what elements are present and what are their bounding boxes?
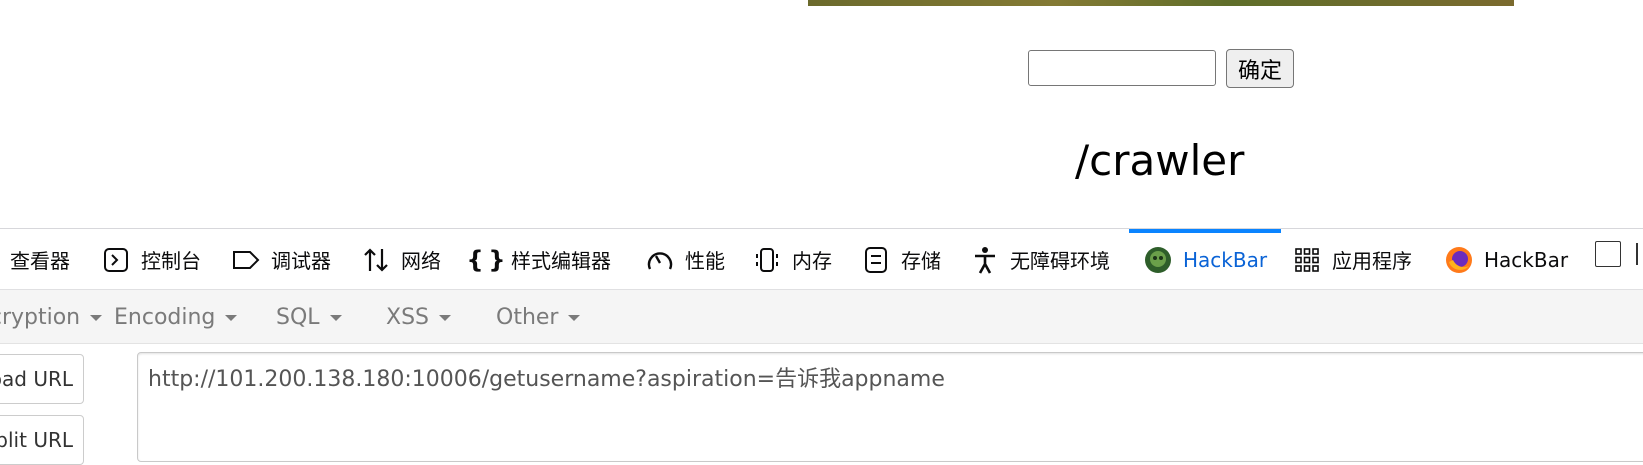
tab-debugger[interactable]: 调试器 bbox=[231, 229, 331, 290]
menu-label: Encoding bbox=[114, 304, 216, 330]
menu-label: SQL bbox=[276, 304, 320, 330]
caret-down-icon bbox=[329, 315, 342, 321]
memory-icon bbox=[752, 245, 782, 275]
overflow-checkbox[interactable] bbox=[1595, 241, 1621, 267]
tab-label: HackBar bbox=[1484, 247, 1569, 272]
tab-label: HackBar bbox=[1183, 247, 1268, 272]
menu-label: Other bbox=[496, 304, 559, 330]
tab-inspector[interactable]: 查看器 bbox=[0, 229, 70, 290]
tab-application[interactable]: 应用程序 bbox=[1292, 229, 1412, 290]
confirm-button[interactable]: 确定 bbox=[1226, 49, 1294, 88]
tab-style-editor[interactable]: { } 样式编辑器 bbox=[466, 229, 611, 290]
caret-down-icon bbox=[568, 315, 581, 321]
page-text-input[interactable] bbox=[1028, 50, 1216, 86]
menu-xss[interactable]: XSS bbox=[386, 290, 452, 344]
tab-label: 内存 bbox=[792, 249, 832, 273]
tab-label: 性能 bbox=[685, 249, 725, 273]
hackbar-menu: Encryption Encoding SQL XSS Other bbox=[0, 290, 1643, 344]
inspector-icon bbox=[0, 245, 4, 275]
tab-label: 控制台 bbox=[141, 249, 201, 273]
style-editor-icon: { } bbox=[466, 245, 506, 274]
tab-label: 无障碍环境 bbox=[1010, 249, 1110, 273]
application-grid-icon bbox=[1292, 245, 1322, 275]
tab-label: 网络 bbox=[401, 249, 441, 273]
split-url-button[interactable]: Split URL bbox=[0, 415, 84, 465]
devtools-panel: 查看器 控制台 调试器 网络 { } 样式编辑器 性能 内存 存储 无障碍环境 … bbox=[0, 228, 1643, 465]
tab-memory[interactable]: 内存 bbox=[752, 229, 832, 290]
network-icon bbox=[361, 245, 391, 275]
menu-other[interactable]: Other bbox=[496, 290, 581, 344]
hackbar-green-icon bbox=[1143, 245, 1173, 275]
tab-hackbar[interactable]: HackBar bbox=[1128, 229, 1282, 290]
hackbar-body: Load URL Split URL http://101.200.138.18… bbox=[0, 344, 1643, 465]
tab-performance[interactable]: 性能 bbox=[645, 229, 725, 290]
tab-label: 存储 bbox=[901, 249, 941, 273]
tab-console[interactable]: 控制台 bbox=[101, 229, 201, 290]
menu-encryption[interactable]: Encryption bbox=[0, 290, 103, 344]
caret-down-icon bbox=[439, 315, 452, 321]
menu-encoding[interactable]: Encoding bbox=[114, 290, 238, 344]
caret-down-icon bbox=[90, 315, 103, 321]
tab-label: 样式编辑器 bbox=[511, 249, 611, 273]
tab-label: 应用程序 bbox=[1332, 249, 1412, 273]
page-image bbox=[808, 0, 1514, 6]
web-page: 确定 /crawler bbox=[0, 0, 1643, 228]
page-heading: /crawler bbox=[1075, 136, 1245, 185]
console-icon bbox=[101, 245, 131, 275]
caret-down-icon bbox=[225, 315, 238, 321]
url-textarea[interactable]: http://101.200.138.180:10006/getusername… bbox=[137, 352, 1643, 462]
accessibility-icon bbox=[970, 245, 1000, 275]
load-url-button[interactable]: Load URL bbox=[0, 354, 84, 404]
tab-label: 查看器 bbox=[10, 249, 70, 273]
menu-label: XSS bbox=[386, 304, 430, 330]
devtools-tab-bar: 查看器 控制台 调试器 网络 { } 样式编辑器 性能 内存 存储 无障碍环境 … bbox=[0, 228, 1643, 290]
menu-label: Encryption bbox=[0, 304, 81, 330]
performance-icon bbox=[645, 245, 675, 275]
tab-storage[interactable]: 存储 bbox=[861, 229, 941, 290]
firefox-hackbar-icon bbox=[1444, 245, 1474, 275]
tab-network[interactable]: 网络 bbox=[361, 229, 441, 290]
menu-sql[interactable]: SQL bbox=[276, 290, 342, 344]
debugger-icon bbox=[231, 245, 261, 275]
overflow-tab-edge[interactable] bbox=[1636, 243, 1643, 265]
storage-icon bbox=[861, 245, 891, 275]
tab-accessibility[interactable]: 无障碍环境 bbox=[970, 229, 1110, 290]
tab-hackbar-2[interactable]: HackBar bbox=[1444, 229, 1568, 290]
tab-label: 调试器 bbox=[271, 249, 331, 273]
